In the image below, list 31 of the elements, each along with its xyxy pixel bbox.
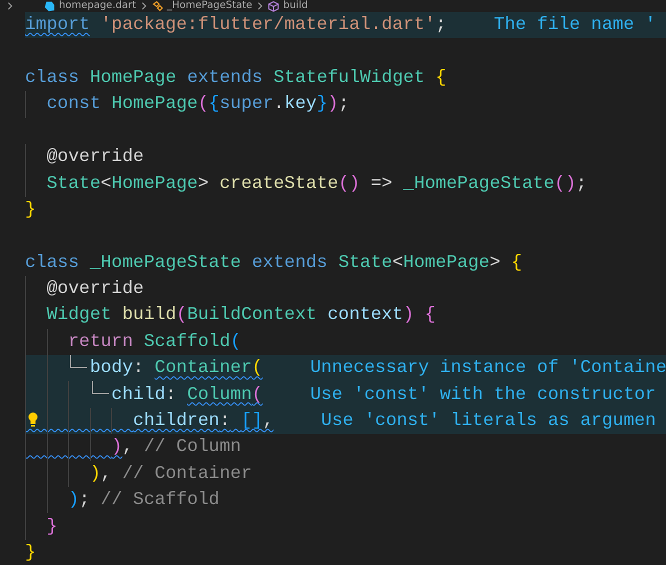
code-line: children: [], xyxy=(133,411,274,432)
code-line: ); // Scaffold xyxy=(68,490,220,510)
code-line: body: Container( xyxy=(90,358,263,378)
inline-diagnostic: Unnecessary instance of 'Containe xyxy=(310,358,666,378)
inline-diagnostic: The file name ' xyxy=(494,15,656,36)
code-line: class _HomePageState extends State<HomePage> { xyxy=(25,252,522,273)
code-line: @override xyxy=(46,279,144,300)
breadcrumb-item[interactable]: build xyxy=(283,0,308,12)
code-line: @override xyxy=(46,147,144,168)
code-line: } xyxy=(25,200,36,220)
class-icon xyxy=(152,0,164,12)
breadcrumb-item[interactable]: _HomePageState xyxy=(167,0,252,12)
code-line: } xyxy=(25,543,36,563)
code-line: return Scaffold( xyxy=(68,332,242,352)
inline-diagnostic: Use 'const' with the constructor xyxy=(310,384,656,405)
chevron-icon xyxy=(256,1,264,11)
code-line: ), // Container xyxy=(90,464,252,484)
code-line: child: Column( xyxy=(111,384,263,405)
code-line: } xyxy=(46,516,58,537)
code-line: const HomePage({super.key}); xyxy=(46,94,350,114)
code-line: State<HomePage> createState() => _HomePageState(); xyxy=(46,174,587,194)
code-line: Widget build(BuildContext context) { xyxy=(46,305,436,326)
code-line: class HomePage extends StatefulWidget { xyxy=(25,68,446,88)
code-line: import 'package:flutter/material.dart'; xyxy=(25,15,446,36)
inline-diagnostic: Use 'const' literals as argumen xyxy=(321,411,656,432)
lightbulb-icon[interactable] xyxy=(28,412,38,427)
cube-icon xyxy=(268,0,280,12)
chevron-icon xyxy=(6,1,14,11)
chevron-icon xyxy=(140,1,148,11)
breadcrumb-item[interactable]: homepage.dart xyxy=(59,0,136,12)
code-line: ), // Column xyxy=(111,437,242,458)
